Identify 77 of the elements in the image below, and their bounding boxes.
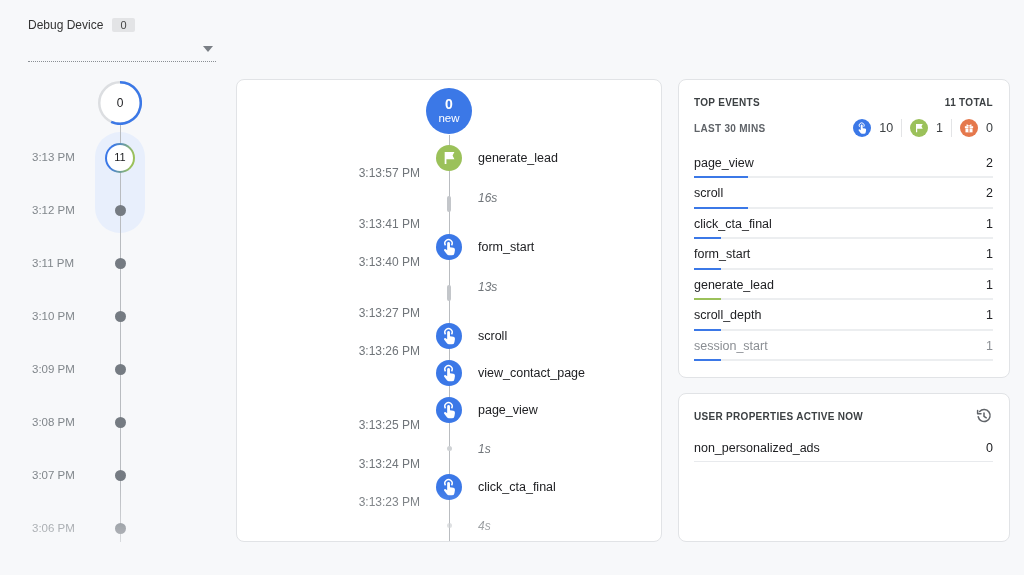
event-time: 3:13:57 PM [358,165,420,181]
minute-dot-icon[interactable] [114,258,126,269]
event-time: 3:13:24 PM [358,456,420,472]
event-count: 1 [986,307,993,325]
legend-count: 1 [936,119,944,137]
event-name[interactable]: form_start [478,234,535,260]
gift-icon [960,119,979,137]
gap-dot-icon [446,446,452,451]
event-count: 1 [986,215,993,233]
event-count: 1 [986,246,993,264]
gap-duration: 4s [478,518,491,534]
minute-dot-icon[interactable] [114,417,126,428]
event-name[interactable]: scroll [478,323,508,349]
event-time: 3:13:26 PM [358,343,420,359]
gap-bar-icon [447,285,451,301]
minute-time[interactable]: 3:07 PM [32,466,75,485]
event-name[interactable]: generate_lead [694,275,774,295]
flag-icon [910,119,929,137]
event-name[interactable]: click_cta_final [478,474,556,500]
new-events-circle[interactable]: 0 new [426,88,472,134]
gap-duration: 1s [478,441,491,457]
new-events-count: 0 [445,97,453,113]
countdown-count: 0 [116,95,124,112]
user-properties-title: USER PROPERTIES ACTIVE NOW [694,409,864,424]
event-count: 1 [986,337,993,355]
countdown-ring [98,81,142,125]
minute-time[interactable]: 3:10 PM [32,307,75,326]
tap-icon [436,234,462,260]
minute-dot-icon[interactable] [114,205,126,216]
dropdown-arrow-icon [203,45,213,52]
gap-duration: 13s [478,279,498,295]
property-name: non_personalized_ads [694,439,820,457]
total-count: 11 TOTAL [944,95,993,110]
minute-time[interactable]: 3:09 PM [32,360,75,379]
gap-bar-icon [447,196,451,212]
device-label: Debug Device [28,17,104,34]
event-name[interactable]: view_contact_page [478,360,586,386]
minute-event-count: 11 [114,150,126,166]
minute-time[interactable]: 3:12 PM [32,201,75,220]
event-time: 3:13:40 PM [358,254,420,270]
minute-dot-icon[interactable] [114,523,126,534]
minute-time[interactable]: 3:08 PM [32,413,75,432]
period-label: LAST 30 MINS [694,121,766,136]
event-name[interactable]: page_view [694,153,754,173]
legend-count: 0 [986,119,993,137]
minute-time[interactable]: 3:13 PM [32,148,75,167]
event-name[interactable]: click_cta_final [694,214,772,234]
event-count: 2 [986,185,993,203]
top-events-title: TOP EVENTS [694,95,760,110]
minute-dot-icon[interactable] [114,470,126,481]
event-name[interactable]: form_start [694,245,751,264]
event-time: 3:13:23 PM [358,494,420,510]
event-time: 3:13:27 PM [358,305,420,321]
event-time: 3:13:41 PM [358,216,420,232]
event-time: 3:13:25 PM [358,417,420,433]
minute-time[interactable]: 3:11 PM [32,254,74,273]
event-name[interactable]: scroll_depth [694,306,762,325]
property-value: 0 [986,439,993,457]
device-count-badge: 0 [112,18,135,32]
tap-icon [436,474,462,500]
tap-icon [436,360,462,386]
event-name[interactable]: scroll [694,184,724,203]
gap-duration: 16s [478,190,498,206]
event-name[interactable]: generate_lead [478,145,558,171]
history-icon[interactable] [975,407,993,425]
minute-dot-icon[interactable] [114,311,126,322]
minute-dot-icon[interactable] [114,364,126,375]
tap-icon [853,119,872,137]
flag-icon [436,145,462,171]
legend-count: 10 [879,119,894,137]
tap-icon [436,397,462,423]
event-count: 1 [986,276,993,294]
tap-icon [436,323,462,349]
gap-dot-icon [446,523,452,528]
event-name[interactable]: page_view [478,397,538,423]
event-count: 2 [986,154,993,172]
new-events-label: new [438,112,460,125]
